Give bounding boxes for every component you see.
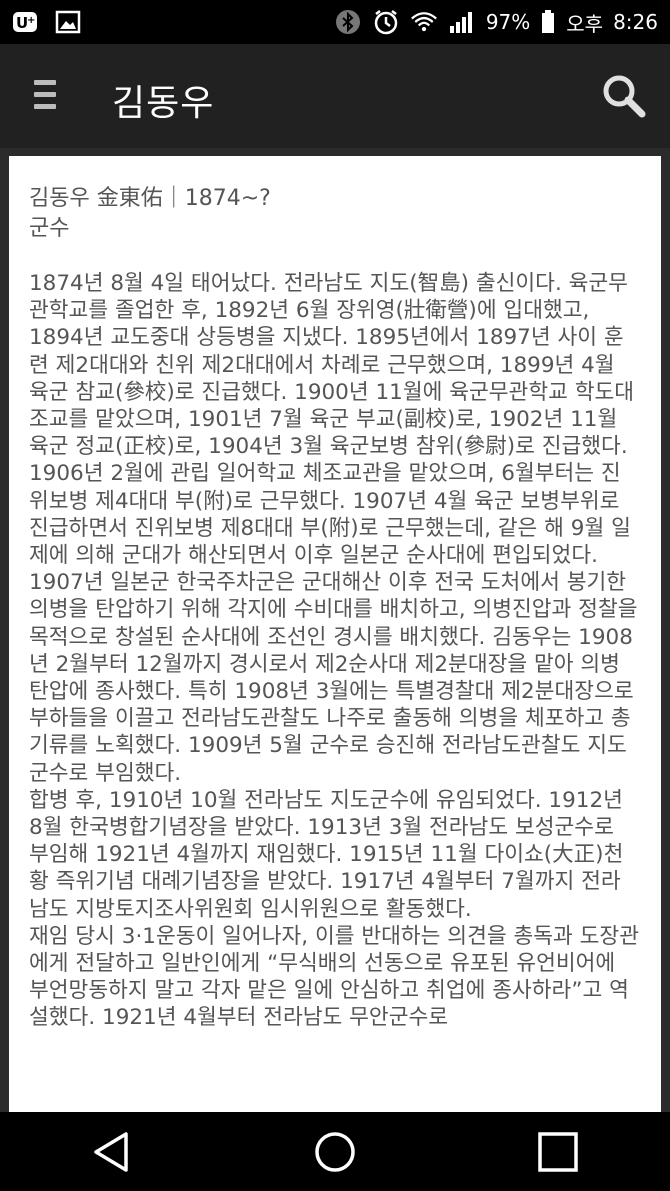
alarm-icon — [372, 10, 400, 35]
article-role: 군수 — [29, 216, 70, 241]
article-paragraph: 재임 당시 3·1운동이 일어나자, 이를 반대하는 의견을 총독과 도장관에게… — [29, 923, 639, 1031]
time-period: 오후 — [566, 11, 604, 36]
gallery-icon — [54, 10, 82, 34]
menu-icon — [34, 80, 56, 85]
battery-percent: 97% — [485, 10, 531, 34]
status-bar: U + 97% 오후 8:26 — [0, 0, 670, 44]
svg-text:+: + — [27, 15, 35, 26]
signal-icon — [448, 10, 476, 34]
search-button[interactable] — [600, 72, 648, 120]
menu-button[interactable] — [34, 80, 58, 114]
page-title: 김동우 — [112, 83, 215, 124]
article-paragraph: 1874년 8월 4일 태어났다. 전라남도 지도(智島) 출신이다. 육군무관… — [29, 271, 638, 786]
u-plus-icon: U + — [12, 10, 40, 34]
menu-icon-bar-3 — [34, 104, 56, 109]
clock-time: 8:26 — [613, 10, 658, 34]
article-paragraph: 합병 후, 1910년 10월 전라남도 지도군수에 유임되었다. 1912년 … — [29, 787, 624, 922]
battery-icon — [540, 10, 556, 34]
back-button[interactable] — [72, 1122, 152, 1182]
article-header: 김동우 金東佑｜1874~? — [29, 186, 271, 211]
home-icon — [315, 1131, 355, 1172]
recents-icon — [538, 1131, 579, 1172]
wifi-icon — [410, 10, 438, 34]
content-area[interactable]: 김동우 金東佑｜1874~? 군수 1874년 8월 4일 태어났다. 전라남도… — [0, 148, 670, 1126]
navigation-bar — [0, 1112, 670, 1191]
bluetooth-icon — [334, 10, 362, 34]
search-icon — [603, 75, 646, 118]
menu-icon-bar-2 — [34, 92, 56, 97]
app-bar: 김동우 — [0, 44, 670, 148]
article-card: 김동우 金東佑｜1874~? 군수 1874년 8월 4일 태어났다. 전라남도… — [9, 156, 661, 1126]
home-button[interactable] — [295, 1122, 375, 1182]
back-icon — [93, 1131, 128, 1172]
recents-button[interactable] — [518, 1122, 598, 1182]
